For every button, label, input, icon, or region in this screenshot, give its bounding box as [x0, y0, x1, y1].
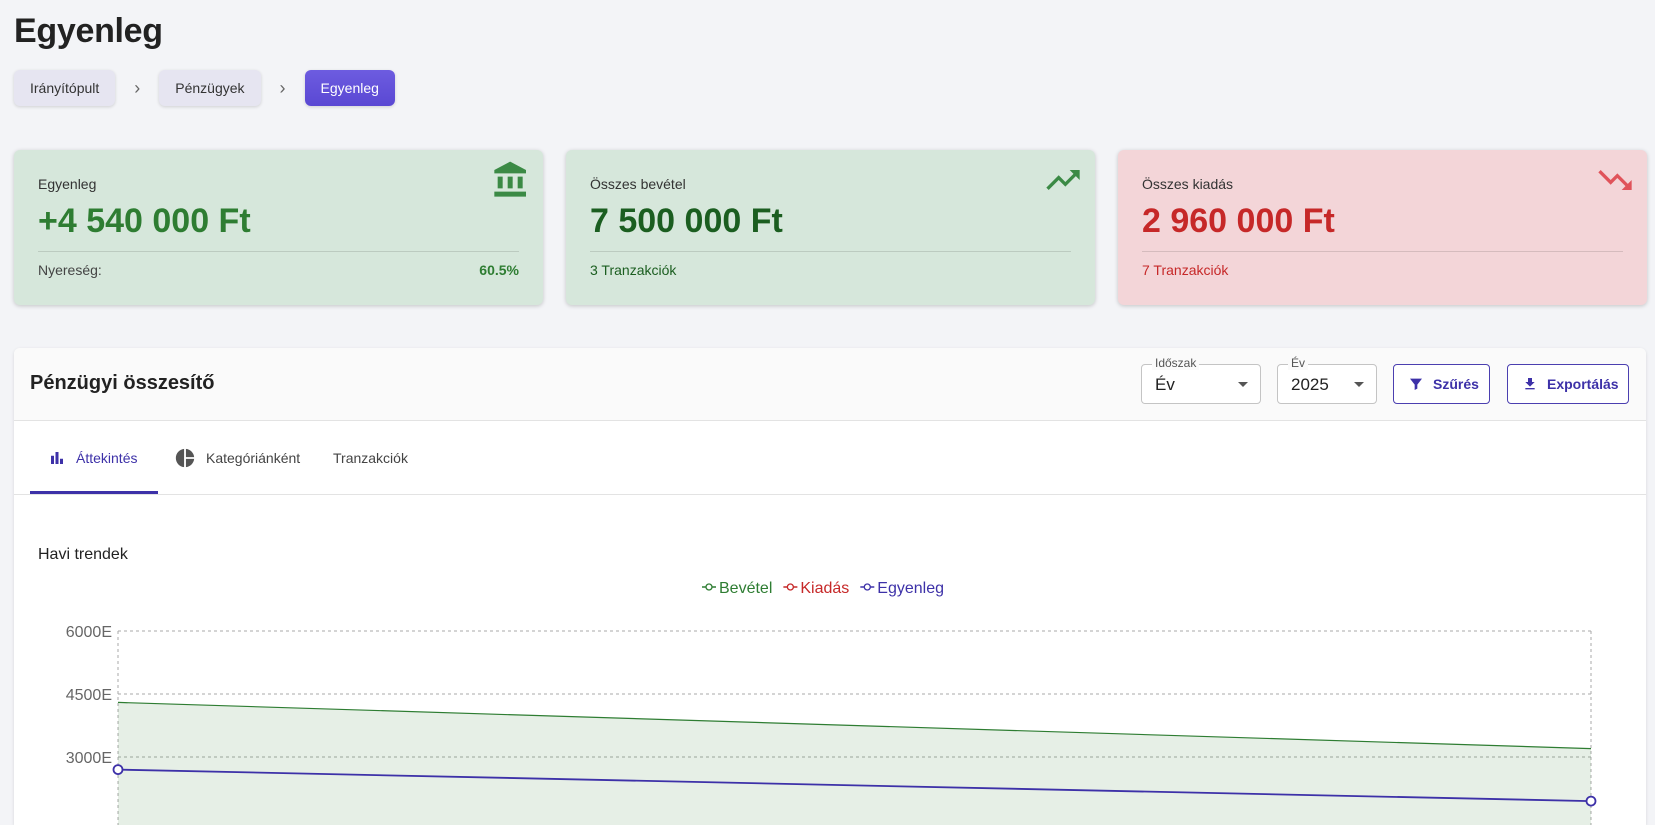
card-divider	[1142, 251, 1623, 252]
income-transactions: 3 Tranzakciók	[590, 262, 677, 278]
income-card: Összes bevétel 7 500 000 Ft 3 Tranzakció…	[566, 150, 1095, 305]
y-tick-label: 3000E	[66, 750, 112, 767]
y-tick-label: 4500E	[66, 687, 112, 704]
legend-item-bevétel[interactable]: Bevétel	[719, 580, 772, 597]
trending-down-icon	[1595, 160, 1635, 205]
page-title: Egyenleg	[14, 12, 163, 50]
monthly-trends-chart: Bevétel Kiadás Egyenleg 6000E 4500E 3000E	[66, 580, 1597, 825]
expense-value: 2 960 000 Ft	[1142, 202, 1335, 240]
balance-value: +4 540 000 Ft	[38, 202, 251, 240]
data-point[interactable]	[1585, 795, 1597, 807]
expense-card: Összes kiadás 2 960 000 Ft 7 Tranzakciók	[1118, 150, 1647, 305]
card-divider	[38, 251, 519, 252]
data-point[interactable]	[112, 764, 124, 776]
legend-marker	[705, 583, 713, 591]
breadcrumb-balance[interactable]: Egyenleg	[304, 70, 395, 106]
expense-transactions: 7 Tranzakciók	[1142, 262, 1229, 278]
profit-value: 60.5%	[479, 262, 519, 278]
expense-label: Összes kiadás	[1142, 176, 1234, 192]
income-label: Összes bevétel	[590, 176, 686, 192]
card-divider	[590, 251, 1071, 252]
breadcrumb-finance[interactable]: Pénzügyek	[159, 70, 261, 106]
legend-marker	[786, 583, 795, 591]
bank-icon	[491, 160, 531, 205]
breadcrumb: Irányítópult › Pénzügyek › Egyenleg	[14, 70, 395, 106]
profit-label: Nyereség:	[38, 262, 102, 278]
balance-label: Egyenleg	[38, 176, 97, 192]
financial-summary-panel: Pénzügyi összesítő Időszak Év Év 2025 Sz…	[14, 348, 1646, 825]
balance-card: Egyenleg +4 540 000 Ft Nyereség: 60.5%	[14, 150, 543, 305]
legend-marker	[863, 583, 871, 591]
breadcrumb-dashboard[interactable]: Irányítópult	[14, 70, 116, 106]
breadcrumb-separator: ›	[279, 77, 286, 98]
breadcrumb-separator: ›	[134, 77, 141, 98]
legend-item-kiadás[interactable]: Kiadás	[800, 580, 849, 597]
y-tick-label: 6000E	[66, 624, 112, 641]
trending-up-icon	[1043, 160, 1083, 205]
income-value: 7 500 000 Ft	[590, 202, 783, 240]
series-area-bevétel	[118, 702, 1591, 825]
legend-item-egyenleg[interactable]: Egyenleg	[877, 580, 944, 597]
